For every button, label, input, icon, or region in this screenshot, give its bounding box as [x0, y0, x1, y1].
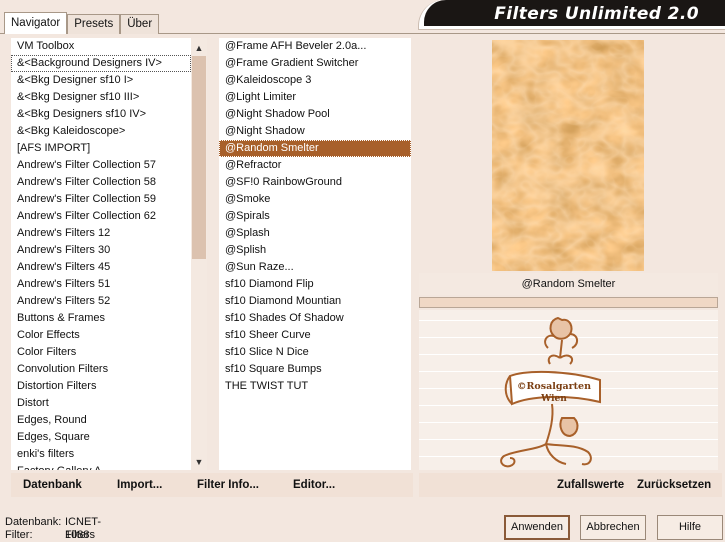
cancel-button[interactable]: Abbrechen	[580, 515, 646, 540]
category-list-item[interactable]: Andrew's Filter Collection 62	[11, 208, 191, 225]
filter-list-item[interactable]: @Night Shadow	[219, 123, 411, 140]
scroll-up-arrow-icon[interactable]: ▲	[191, 40, 207, 56]
filter-list-item[interactable]: @Splish	[219, 242, 411, 259]
filter-list-item[interactable]: @Light Limiter	[219, 89, 411, 106]
category-list-item[interactable]: Distortion Filters	[11, 378, 191, 395]
reset-button[interactable]: Zurücksetzen	[637, 479, 711, 491]
filter-list-item[interactable]: @Splash	[219, 225, 411, 242]
editor-button[interactable]: Editor...	[293, 479, 335, 491]
watermark-logo: ©Rosalgarten Wien	[500, 316, 601, 468]
filter-list-item[interactable]: @Refractor	[219, 157, 411, 174]
filter-list-item[interactable]: @Spirals	[219, 208, 411, 225]
filter-list-item[interactable]: @Random Smelter	[219, 140, 411, 157]
filter-list-item[interactable]: THE TWIST TUT	[219, 378, 411, 395]
progress-bar	[419, 297, 718, 308]
tab-presets[interactable]: Presets	[67, 14, 121, 34]
database-label: Datenbank:	[5, 516, 62, 528]
category-list-item[interactable]: Andrew's Filter Collection 57	[11, 157, 191, 174]
filter-list-item[interactable]: @Kaleidoscope 3	[219, 72, 411, 89]
category-list-item[interactable]: Convolution Filters	[11, 361, 191, 378]
filter-list-item[interactable]: @Frame AFH Beveler 2.0a...	[219, 38, 411, 55]
category-list-item[interactable]: Color Effects	[11, 327, 191, 344]
filter-count-value: 1088	[65, 529, 90, 541]
tab-about[interactable]: Über	[120, 14, 160, 34]
watermark-text-line2: Wien	[540, 394, 567, 404]
category-list-item[interactable]: &<Bkg Designer sf10 I>	[11, 72, 191, 89]
category-list-item[interactable]: Andrew's Filters 45	[11, 259, 191, 276]
category-list-item[interactable]: Andrew's Filters 30	[11, 242, 191, 259]
category-list-item[interactable]: &<Bkg Kaleidoscope>	[11, 123, 191, 140]
category-list-item[interactable]: &<Bkg Designer sf10 III>	[11, 89, 191, 106]
tab-bar: Navigator Presets Über	[4, 12, 160, 34]
watermark-text-line1: ©Rosalgarten	[517, 381, 591, 392]
filter-count-label: Filter:	[5, 529, 33, 541]
import-button[interactable]: Import...	[117, 479, 162, 491]
category-list-item[interactable]: enki's filters	[11, 446, 191, 463]
category-list-item[interactable]: Factory Gallery A	[11, 463, 191, 470]
category-list-item[interactable]: Edges, Square	[11, 429, 191, 446]
category-list-item[interactable]: VM Toolbox	[11, 38, 191, 55]
parameter-toolbar: Zufallswerte Zurücksetzen	[419, 473, 722, 497]
filter-list-item[interactable]: @Smoke	[219, 191, 411, 208]
filter-list-item[interactable]: @Frame Gradient Switcher	[219, 55, 411, 72]
filter-list-item[interactable]: @Night Shadow Pool	[219, 106, 411, 123]
category-list-item[interactable]: Color Filters	[11, 344, 191, 361]
status-area: Datenbank: ICNET-Filters Filter: 1088	[5, 516, 101, 542]
category-list[interactable]: VM Toolbox &<Background Designers IV> &<Bk…	[11, 38, 191, 470]
category-list-item[interactable]: Distort	[11, 395, 191, 412]
category-list-item[interactable]: Andrew's Filters 51	[11, 276, 191, 293]
category-list-item[interactable]: Andrew's Filter Collection 59	[11, 191, 191, 208]
preview-texture	[492, 40, 644, 271]
random-values-button[interactable]: Zufallswerte	[557, 479, 624, 491]
scrollbar-thumb[interactable]	[192, 56, 206, 259]
category-list-item[interactable]: &<Background Designers IV>	[11, 55, 191, 72]
scroll-down-arrow-icon[interactable]: ▼	[191, 454, 207, 470]
category-list-item[interactable]: Andrew's Filters 12	[11, 225, 191, 242]
datenbank-button[interactable]: Datenbank	[23, 479, 82, 491]
filter-list-item[interactable]: sf10 Square Bumps	[219, 361, 411, 378]
filter-list-item[interactable]: @Sun Raze...	[219, 259, 411, 276]
apply-button[interactable]: Anwenden	[504, 515, 570, 540]
title-banner: Filters Unlimited 2.0	[424, 0, 725, 26]
filter-list-item[interactable]: sf10 Diamond Mountian	[219, 293, 411, 310]
filter-list-item[interactable]: sf10 Sheer Curve	[219, 327, 411, 344]
filter-list-item[interactable]: sf10 Diamond Flip	[219, 276, 411, 293]
selected-filter-display: @Random Smelter	[419, 273, 718, 295]
filter-list-item[interactable]: sf10 Shades Of Shadow	[219, 310, 411, 327]
help-button[interactable]: Hilfe	[657, 515, 723, 540]
category-list-item[interactable]: Andrew's Filter Collection 58	[11, 174, 191, 191]
filter-info-button[interactable]: Filter Info...	[197, 479, 259, 491]
preview-image	[492, 40, 644, 271]
filter-list[interactable]: @Frame AFH Beveler 2.0a... @Frame Gradien…	[219, 38, 411, 470]
category-list-item[interactable]: Edges, Round	[11, 412, 191, 429]
category-list-item[interactable]: [AFS IMPORT]	[11, 140, 191, 157]
category-list-item[interactable]: &<Bkg Designers sf10 IV>	[11, 106, 191, 123]
filter-list-item[interactable]: sf10 Slice N Dice	[219, 344, 411, 361]
selected-filter-name: @Random Smelter	[521, 278, 616, 290]
filter-list-item[interactable]: @SF!0 RainbowGround	[219, 174, 411, 191]
category-scrollbar[interactable]: ▲ ▼	[191, 38, 207, 470]
app-title: Filters Unlimited 2.0	[494, 4, 699, 24]
lower-toolbar: Datenbank Import... Filter Info... Edito…	[11, 473, 413, 497]
category-list-item[interactable]: Andrew's Filters 52	[11, 293, 191, 310]
tab-navigator[interactable]: Navigator	[4, 12, 68, 34]
category-list-item[interactable]: Buttons & Frames	[11, 310, 191, 327]
